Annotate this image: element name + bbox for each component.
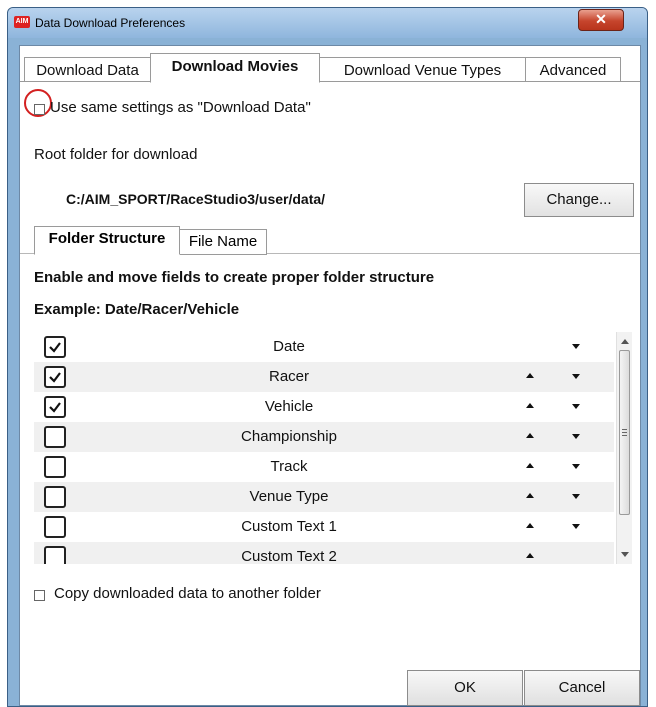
arrow-up-icon[interactable] [526, 433, 534, 438]
field-label: Date [273, 338, 305, 355]
field-row-championship[interactable]: Championship [34, 422, 614, 452]
fields-scrollbar[interactable] [616, 332, 632, 564]
field-checkbox[interactable] [44, 336, 66, 358]
scroll-down-arrow-icon[interactable] [621, 552, 629, 557]
dialog-client-area: Download Data Download Movies Download V… [19, 45, 641, 706]
field-row-venue-type[interactable]: Venue Type [34, 482, 614, 512]
root-folder-label: Root folder for download [34, 146, 198, 163]
window-title: Data Download Preferences [35, 16, 186, 30]
field-row-date[interactable]: Date [34, 332, 614, 362]
arrow-up-icon[interactable] [526, 403, 534, 408]
copy-data-label: Copy downloaded data to another folder [54, 585, 321, 602]
tab-download-data[interactable]: Download Data [24, 57, 151, 82]
field-label: Custom Text 2 [241, 548, 337, 564]
subtab-folder-structure[interactable]: Folder Structure [34, 226, 180, 255]
field-label: Vehicle [264, 398, 314, 415]
field-checkbox[interactable] [44, 456, 66, 478]
fields-list: Date Racer Vehicle Championship Track Ve… [34, 332, 614, 564]
field-row-vehicle[interactable]: Vehicle [34, 392, 614, 422]
change-folder-button[interactable]: Change... [524, 183, 634, 217]
subtab-file-name[interactable]: File Name [179, 229, 267, 255]
arrow-down-icon[interactable] [572, 494, 580, 499]
aim-logo-icon: AIM [14, 16, 30, 28]
tab-download-venue-types[interactable]: Download Venue Types [319, 57, 526, 82]
field-row-racer[interactable]: Racer [34, 362, 614, 392]
field-label: Track [270, 458, 308, 475]
field-checkbox[interactable] [44, 366, 66, 388]
checkmark-icon [49, 372, 61, 383]
arrow-down-icon[interactable] [572, 344, 580, 349]
copy-data-checkbox[interactable] [34, 590, 45, 601]
arrow-up-icon[interactable] [526, 523, 534, 528]
checkmark-icon [49, 342, 61, 353]
field-label: Custom Text 1 [241, 518, 337, 535]
arrow-up-icon[interactable] [526, 463, 534, 468]
arrow-up-icon[interactable] [526, 493, 534, 498]
field-label: Venue Type [249, 488, 329, 505]
field-checkbox[interactable] [44, 486, 66, 508]
arrow-up-icon[interactable] [526, 553, 534, 558]
field-checkbox[interactable] [44, 396, 66, 418]
instructions-text: Enable and move fields to create proper … [34, 269, 435, 286]
cancel-button[interactable]: Cancel [524, 670, 640, 706]
checkmark-icon [49, 402, 61, 413]
tab-advanced[interactable]: Advanced [525, 57, 621, 82]
arrow-down-icon[interactable] [572, 524, 580, 529]
close-icon: ✕ [595, 11, 607, 27]
same-settings-label: Use same settings as "Download Data" [50, 99, 311, 116]
field-checkbox[interactable] [44, 426, 66, 448]
grip-icon [622, 429, 627, 430]
field-checkbox[interactable] [44, 546, 66, 564]
example-text: Example: Date/Racer/Vehicle [34, 301, 240, 318]
field-label: Racer [268, 368, 309, 385]
title-bar[interactable]: AIM Data Download Preferences ✕ [8, 8, 647, 38]
arrow-down-icon[interactable] [572, 404, 580, 409]
field-row-track[interactable]: Track [34, 452, 614, 482]
field-row-custom-text-1[interactable]: Custom Text 1 [34, 512, 614, 542]
arrow-down-icon[interactable] [572, 464, 580, 469]
field-label: Championship [241, 428, 337, 445]
arrow-down-icon[interactable] [572, 434, 580, 439]
ok-button[interactable]: OK [407, 670, 523, 706]
field-checkbox[interactable] [44, 516, 66, 538]
scroll-up-arrow-icon[interactable] [621, 339, 629, 344]
root-folder-path: C:/AIM_SPORT/RaceStudio3/user/data/ [66, 191, 326, 207]
close-button[interactable]: ✕ [578, 9, 624, 31]
tab-download-movies[interactable]: Download Movies [150, 53, 320, 83]
dialog-window: AIM Data Download Preferences ✕ Download… [7, 7, 648, 707]
arrow-up-icon[interactable] [526, 373, 534, 378]
same-settings-checkbox[interactable] [34, 104, 45, 115]
arrow-down-icon[interactable] [572, 374, 580, 379]
field-row-custom-text-2[interactable]: Custom Text 2 [34, 542, 614, 564]
scrollbar-thumb[interactable] [619, 350, 630, 515]
